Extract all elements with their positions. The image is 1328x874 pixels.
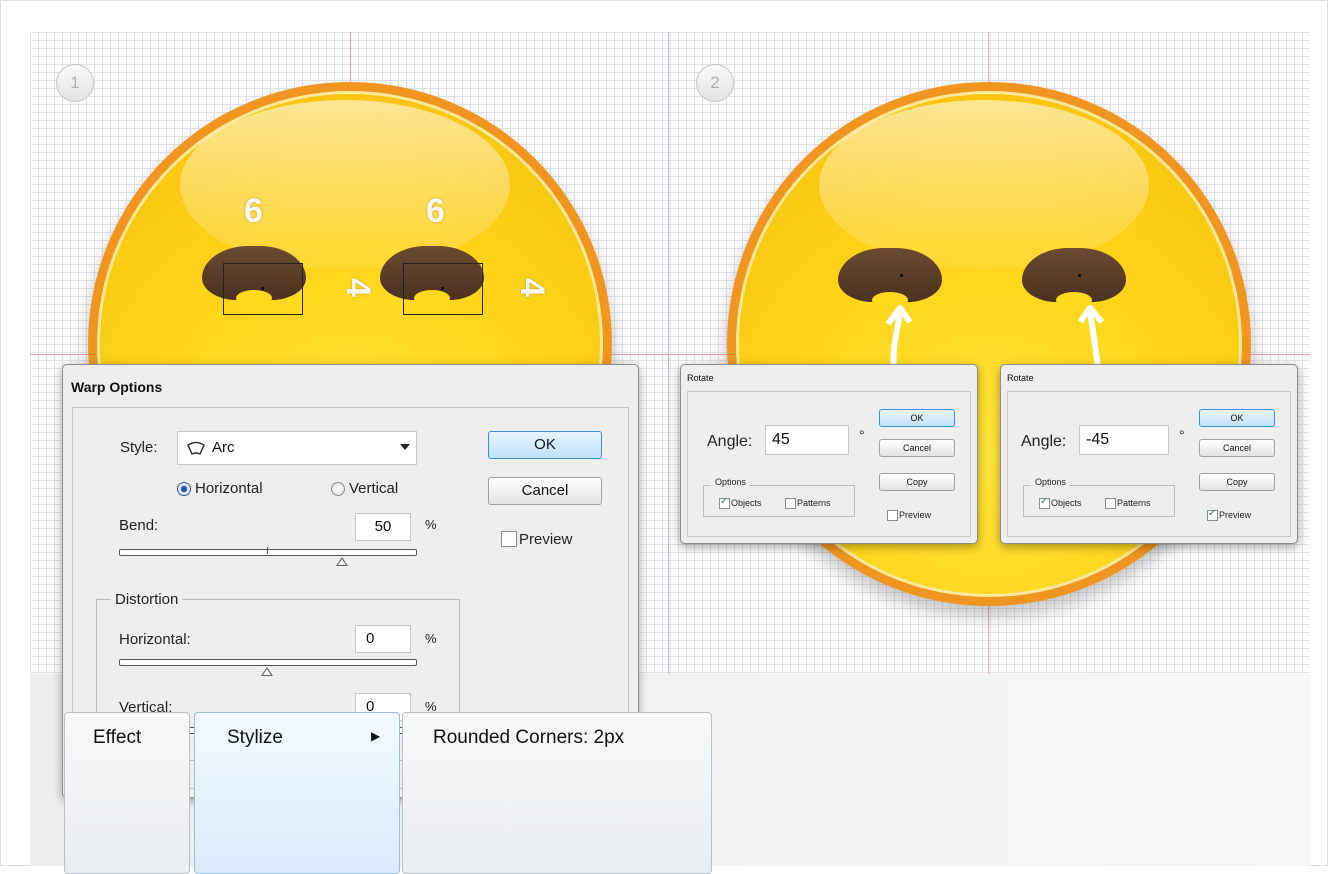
- eye-height-label-left: 4: [338, 278, 377, 297]
- patterns-checkbox[interactable]: [785, 498, 796, 509]
- ok-button[interactable]: OK: [488, 431, 602, 459]
- dialog-title: Rotate: [687, 373, 714, 383]
- objects-label: Objects: [1051, 498, 1082, 508]
- cancel-button[interactable]: Cancel: [488, 477, 602, 505]
- distortion-horizontal-track[interactable]: [119, 659, 417, 666]
- degree-symbol: °: [1179, 427, 1185, 443]
- arc-icon: [187, 441, 205, 456]
- face-highlight: [819, 100, 1149, 270]
- face-highlight: [180, 100, 510, 270]
- arrow-up-icon: [885, 305, 913, 369]
- bend-percent: %: [425, 517, 437, 532]
- options-legend: Options: [711, 477, 751, 487]
- anchor-point: [1078, 274, 1081, 277]
- bend-slider-track[interactable]: [119, 549, 417, 556]
- menu-stylize-label: Stylize: [227, 727, 283, 748]
- objects-checkbox[interactable]: [719, 496, 730, 509]
- bend-input[interactable]: 50: [355, 513, 411, 541]
- angle-label: Angle:: [707, 433, 753, 450]
- chevron-down-icon: [400, 444, 410, 450]
- bend-label: Bend:: [119, 517, 159, 534]
- degree-symbol: °: [859, 427, 865, 443]
- menu-rounded-corners[interactable]: Rounded Corners: 2px: [402, 712, 712, 874]
- style-select[interactable]: Arc: [177, 431, 417, 465]
- cancel-button[interactable]: Cancel: [879, 439, 955, 457]
- style-value: Arc: [212, 439, 235, 456]
- anchor-point: [441, 287, 444, 290]
- menu-stylize[interactable]: Stylize ▶: [194, 712, 400, 874]
- ok-button[interactable]: OK: [1199, 409, 1275, 427]
- step-badge-2: 2: [696, 64, 734, 102]
- eye-width-label-right: 6: [426, 192, 445, 230]
- preview-checkbox[interactable]: [1207, 508, 1218, 521]
- angle-input[interactable]: 45: [765, 425, 849, 455]
- bend-slider-thumb[interactable]: [336, 557, 348, 566]
- horizontal-radio[interactable]: [177, 482, 191, 496]
- preview-label: Preview: [899, 510, 932, 520]
- copy-button[interactable]: Copy: [1199, 473, 1275, 491]
- eye-left-step2[interactable]: [838, 248, 942, 308]
- distortion-horizontal-input[interactable]: 0: [355, 625, 411, 653]
- eye-width-label-left: 6: [244, 192, 263, 230]
- eye-height-label-right: 4: [512, 278, 551, 297]
- anchor-point: [900, 274, 903, 277]
- distortion-horizontal-thumb[interactable]: [261, 667, 273, 676]
- menu-rounded-corners-label: Rounded Corners: 2px: [433, 727, 625, 748]
- vertical-radio[interactable]: [331, 482, 345, 496]
- step-badge-1: 1: [56, 64, 94, 102]
- anchor-point: [261, 287, 264, 290]
- patterns-label: Patterns: [1117, 498, 1151, 508]
- preview-checkbox[interactable]: [887, 510, 898, 521]
- copy-button[interactable]: Copy: [879, 473, 955, 491]
- horizontal-radio-label: Horizontal: [195, 480, 263, 497]
- dialog-title: Rotate: [1007, 373, 1034, 383]
- objects-label: Objects: [731, 498, 762, 508]
- distortion-horizontal-label: Horizontal:: [119, 631, 191, 648]
- preview-checkbox[interactable]: [501, 531, 517, 547]
- preview-label: Preview: [519, 531, 573, 548]
- patterns-checkbox[interactable]: [1105, 498, 1116, 509]
- options-legend: Options: [1031, 477, 1071, 487]
- rotate-dialog-2: Rotate Angle: -45 ° Options Objects Patt…: [1000, 364, 1298, 544]
- bend-slider-center-tick: [267, 547, 268, 554]
- menu-effect-label: Effect: [93, 727, 142, 748]
- rotate-dialog-1: Rotate Angle: 45 ° Options Objects Patte…: [680, 364, 978, 544]
- angle-input[interactable]: -45: [1079, 425, 1169, 455]
- distortion-legend: Distortion: [111, 591, 183, 608]
- submenu-arrow-icon: ▶: [371, 729, 381, 743]
- vertical-radio-label: Vertical: [349, 480, 399, 497]
- ok-button[interactable]: OK: [879, 409, 955, 427]
- panel-divider: [668, 32, 669, 674]
- arrow-up-icon: [1077, 305, 1105, 369]
- menu-effect[interactable]: Effect: [64, 712, 190, 874]
- patterns-label: Patterns: [797, 498, 831, 508]
- style-label: Style:: [120, 439, 158, 456]
- cancel-button[interactable]: Cancel: [1199, 439, 1275, 457]
- angle-label: Angle:: [1021, 433, 1067, 450]
- dialog-title: Warp Options: [71, 379, 163, 395]
- eye-right-step2[interactable]: [1022, 248, 1126, 308]
- objects-checkbox[interactable]: [1039, 496, 1050, 509]
- preview-label: Preview: [1219, 510, 1252, 520]
- distortion-horizontal-percent: %: [425, 631, 437, 646]
